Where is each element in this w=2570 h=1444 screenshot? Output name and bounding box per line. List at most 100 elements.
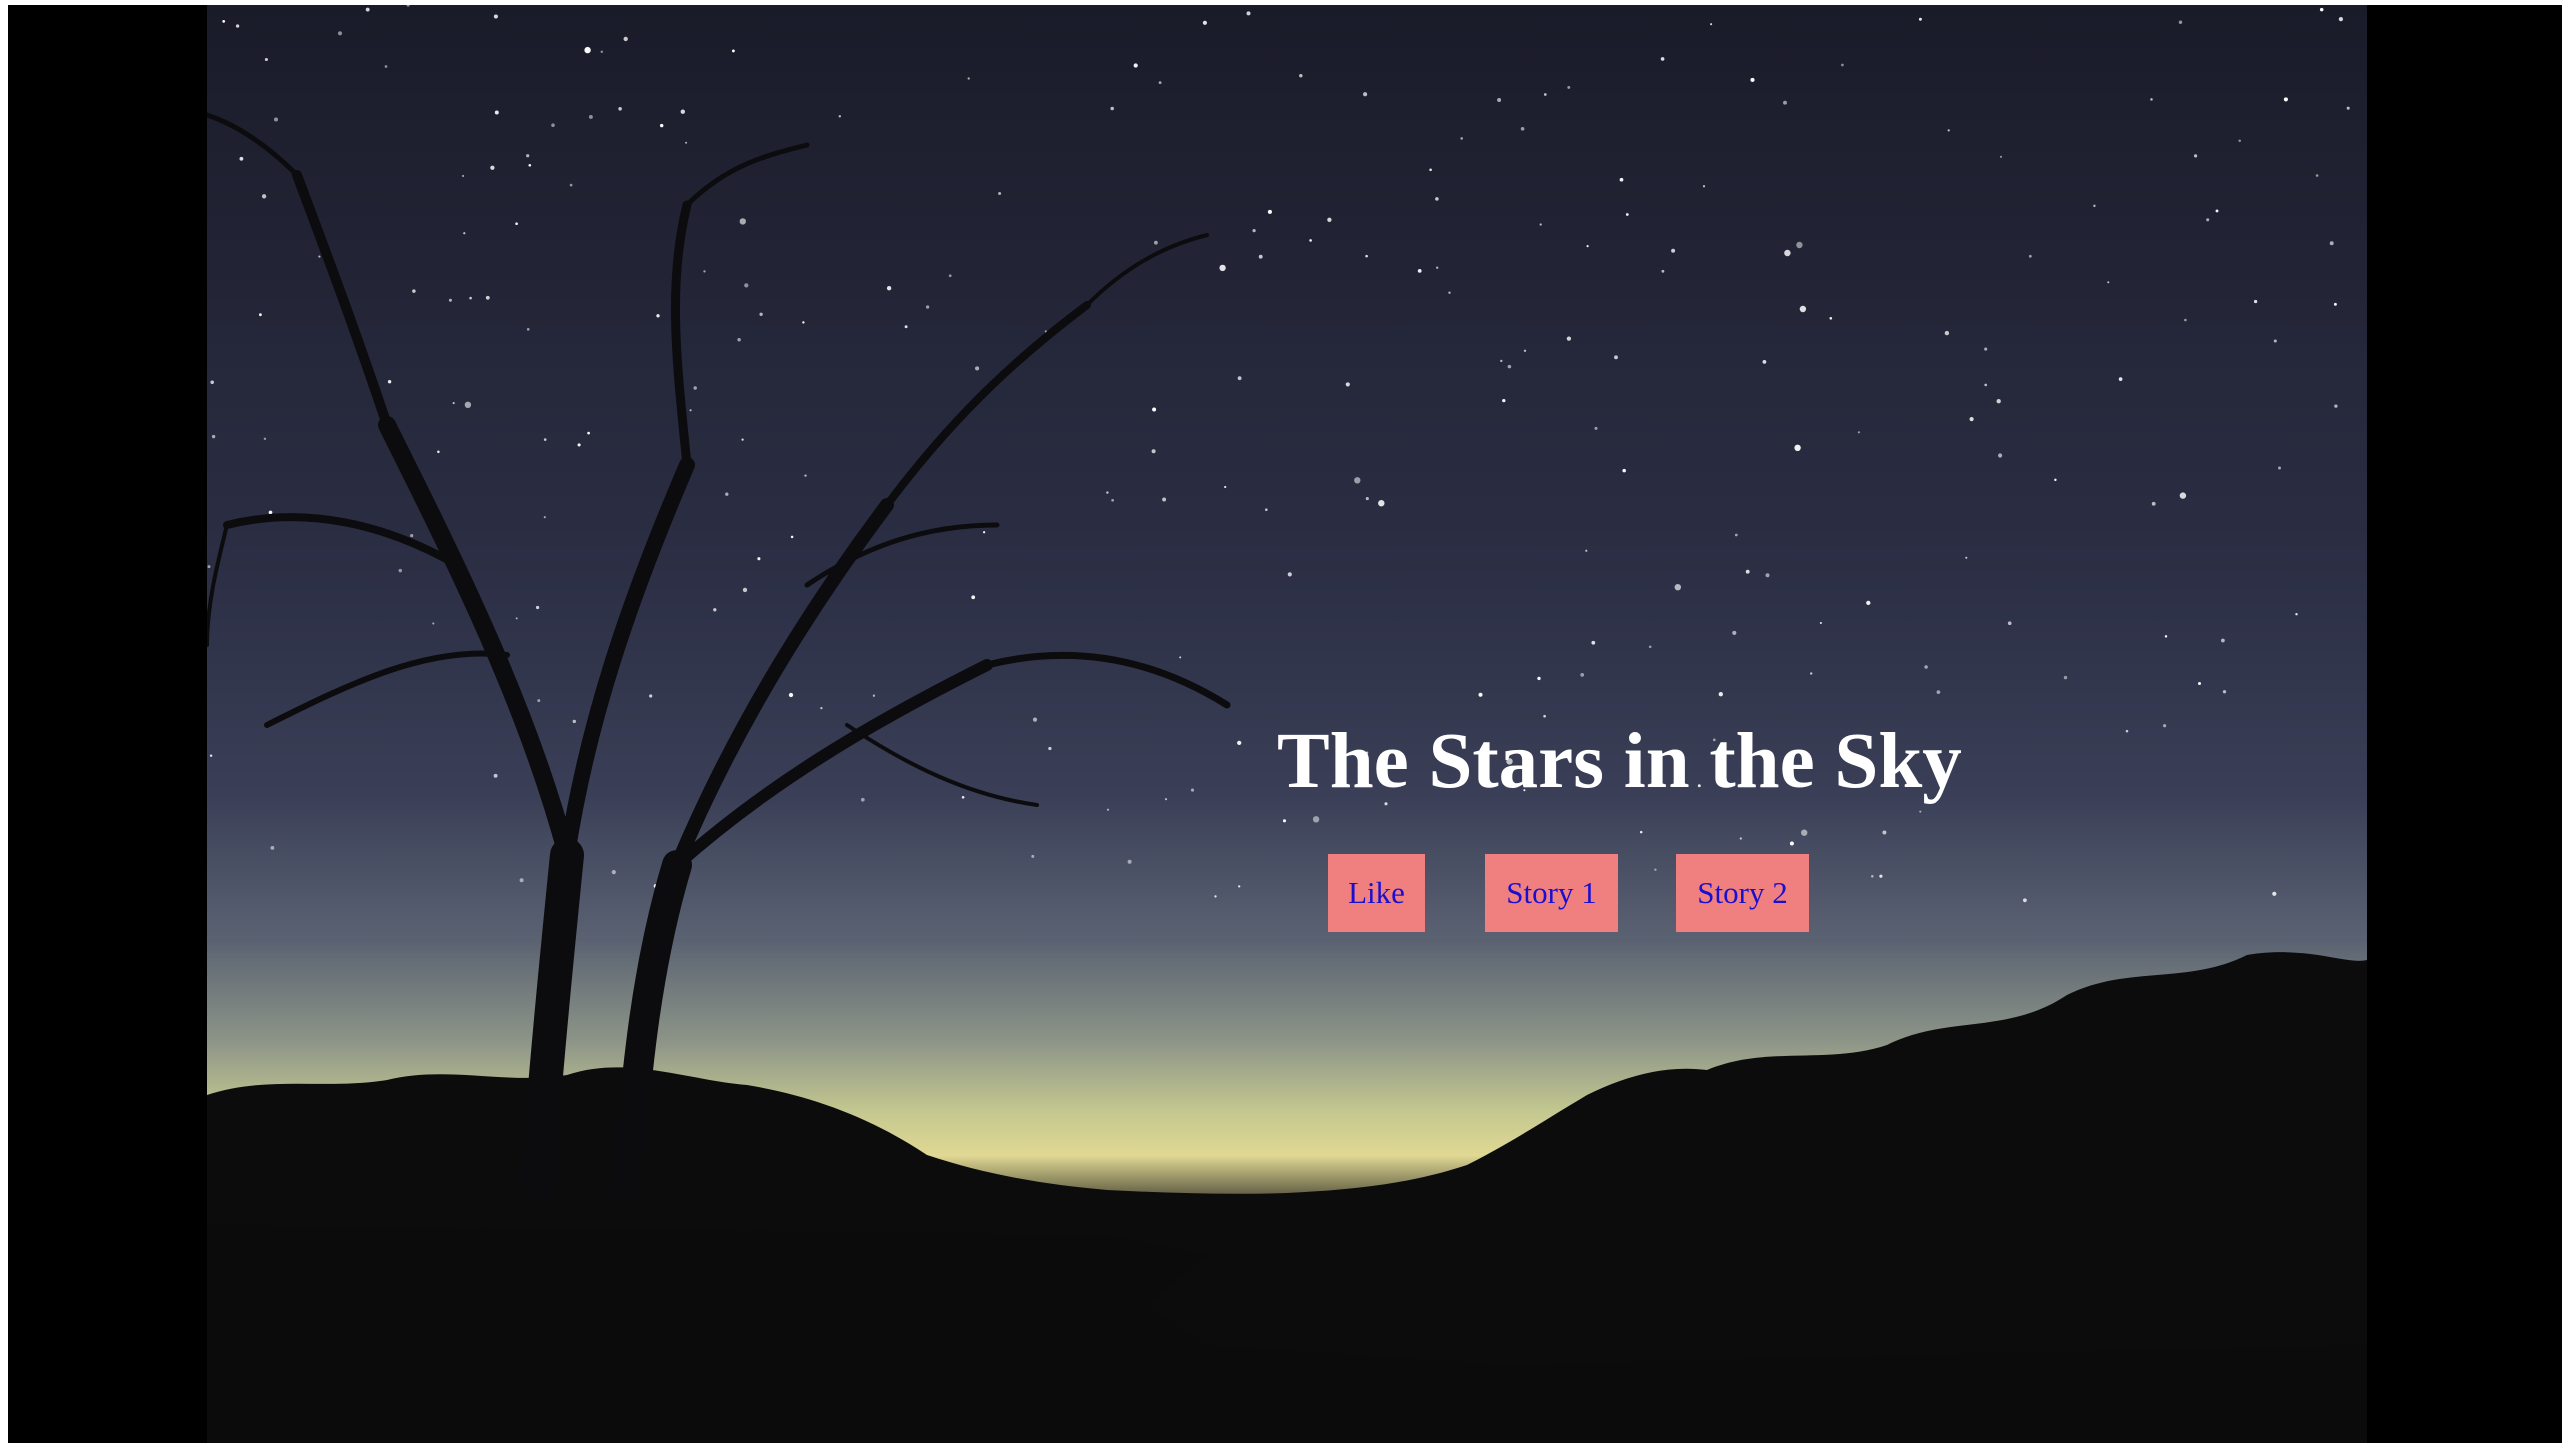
star	[1523, 349, 1527, 352]
star	[1674, 584, 1682, 591]
like-button[interactable]: Like	[1328, 854, 1425, 932]
page-title: The Stars in the Sky	[1277, 718, 1962, 805]
star	[1237, 740, 1242, 746]
star	[1965, 556, 1968, 559]
star	[1819, 621, 1822, 625]
star	[1871, 875, 1874, 878]
star	[587, 431, 590, 435]
star	[788, 692, 794, 698]
star	[1543, 93, 1547, 96]
star	[961, 795, 965, 799]
star	[1794, 444, 1801, 451]
star	[623, 36, 628, 42]
star	[802, 321, 805, 324]
star	[485, 295, 490, 300]
star	[741, 438, 744, 441]
background-night-sky-video: The Stars in the Sky Like Story 1 Story …	[207, 5, 2367, 1443]
star	[365, 7, 370, 12]
star	[2253, 299, 2258, 304]
star	[1710, 23, 1713, 26]
star	[1214, 895, 1217, 898]
star	[2150, 98, 2153, 101]
star	[975, 366, 980, 371]
star	[1998, 453, 2003, 458]
star	[1162, 497, 1167, 502]
story-1-button[interactable]: Story 1	[1485, 854, 1618, 932]
star	[543, 516, 546, 519]
star	[693, 386, 697, 390]
star	[1106, 491, 1109, 494]
star	[2333, 302, 2337, 306]
star	[207, 565, 211, 569]
star	[1202, 20, 1207, 25]
star	[1507, 364, 1512, 369]
star	[1111, 498, 1114, 502]
star	[209, 754, 213, 757]
star	[2346, 106, 2350, 110]
star	[526, 154, 530, 158]
star	[1345, 382, 1350, 387]
star	[515, 222, 518, 226]
star	[1539, 223, 1542, 226]
star	[737, 338, 741, 342]
star	[1365, 497, 1369, 501]
star	[1520, 126, 1525, 131]
star	[1919, 810, 1922, 813]
star	[1810, 672, 1813, 675]
star	[387, 380, 392, 384]
star	[519, 878, 524, 883]
star	[1460, 137, 1464, 140]
star	[1151, 449, 1156, 454]
star	[1918, 17, 1922, 21]
star	[2315, 174, 2319, 177]
star	[2319, 7, 2324, 12]
star	[1224, 485, 1227, 489]
star	[1152, 407, 1157, 412]
star	[1448, 291, 1451, 294]
star	[268, 510, 273, 515]
star	[1282, 819, 1287, 823]
star	[572, 719, 577, 724]
star	[211, 434, 216, 439]
star	[2338, 16, 2344, 22]
star	[264, 57, 268, 62]
star	[1936, 690, 1941, 694]
star	[2334, 404, 2338, 408]
star	[2179, 492, 2187, 499]
star	[1586, 245, 1589, 248]
star	[543, 438, 547, 441]
star	[2238, 139, 2241, 143]
star	[1639, 830, 1643, 834]
star	[235, 24, 240, 28]
star	[490, 165, 495, 170]
star	[1299, 73, 1303, 78]
star	[406, 5, 410, 7]
star	[904, 325, 908, 329]
star	[1734, 533, 1738, 537]
star	[982, 531, 986, 534]
star	[680, 109, 685, 114]
star	[1625, 213, 1629, 216]
star	[1585, 549, 1588, 552]
star	[820, 707, 823, 710]
star	[2272, 891, 2277, 896]
star	[838, 115, 842, 118]
star	[2107, 281, 2110, 284]
star	[432, 622, 435, 625]
star	[2206, 218, 2210, 222]
star	[1354, 477, 1361, 484]
star	[744, 283, 749, 288]
star	[2329, 241, 2334, 246]
star	[611, 870, 616, 875]
star	[494, 110, 499, 115]
story-2-button[interactable]: Story 2	[1676, 854, 1809, 932]
star	[1164, 798, 1168, 801]
star	[493, 14, 498, 19]
star	[2125, 729, 2129, 733]
star	[1429, 168, 1432, 172]
star	[1246, 11, 1251, 16]
large-tree-silhouette	[207, 112, 1231, 1202]
star	[528, 163, 532, 167]
star	[1110, 106, 1114, 111]
star	[925, 305, 930, 309]
